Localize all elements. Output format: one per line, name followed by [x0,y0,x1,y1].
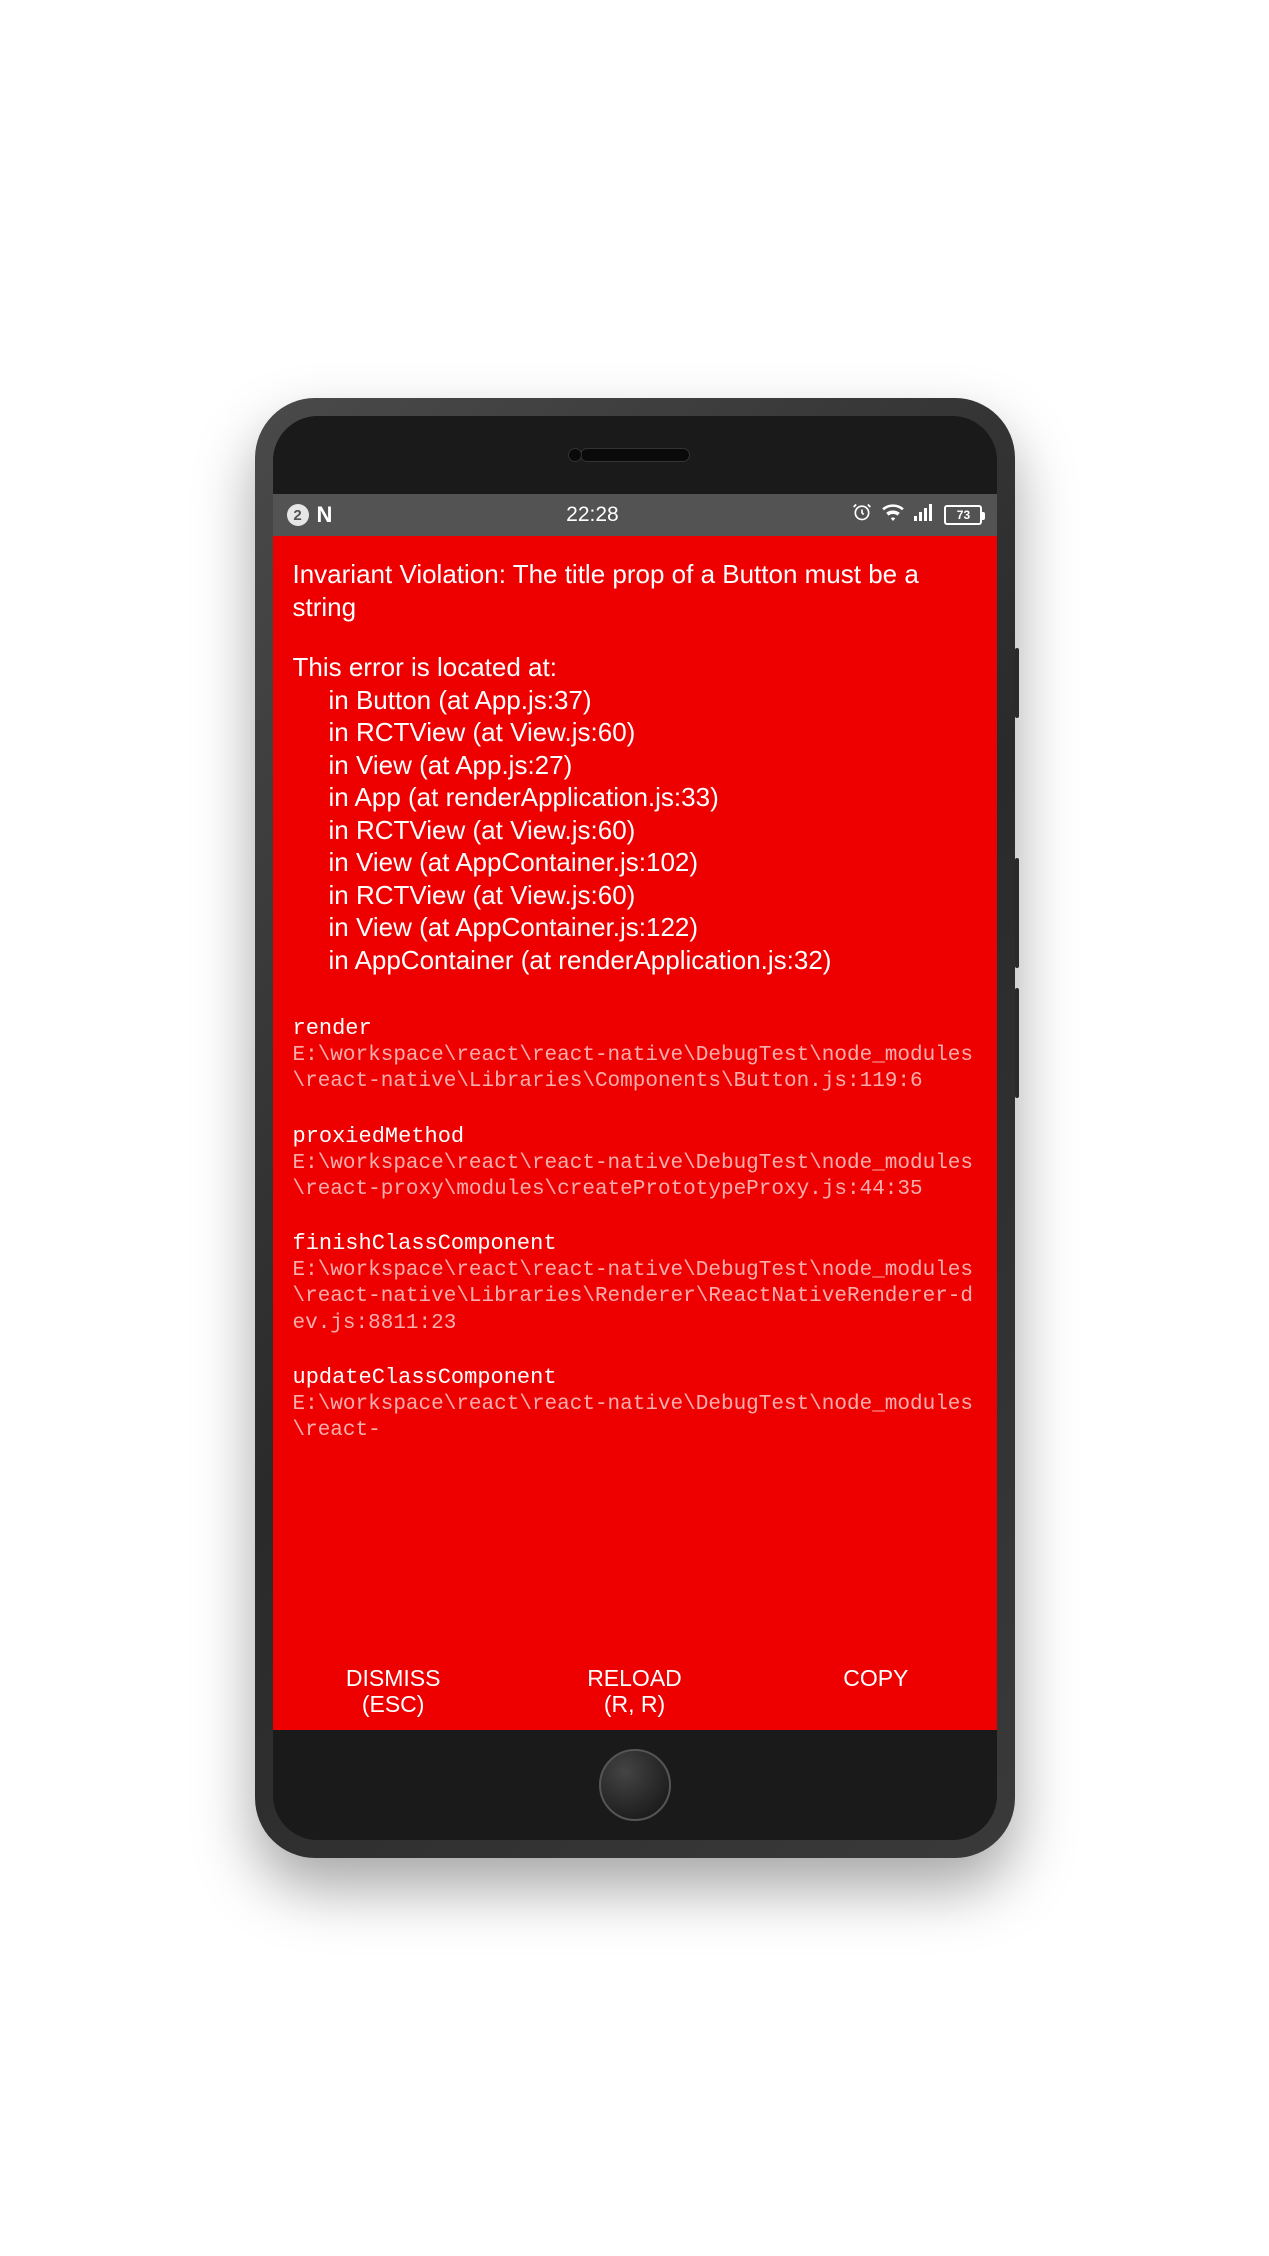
android-n-icon: N [317,502,333,528]
alarm-icon [852,502,872,528]
notification-count-badge: 2 [287,504,309,526]
earpiece-speaker [580,448,690,462]
status-bar-right: 73 [852,502,982,528]
battery-level: 73 [944,505,982,525]
battery-indicator: 73 [944,505,982,525]
stack-frame[interactable]: finishClassComponentE:\workspace\react\r… [293,1231,977,1337]
signal-icon [914,503,934,527]
reload-button[interactable]: RELOAD (R, R) [514,1665,755,1718]
stack-frame-path: E:\workspace\react\react-native\DebugTes… [293,1043,977,1096]
error-message: Invariant Violation: The title prop of a… [293,558,977,623]
redbox-error-screen: Invariant Violation: The title prop of a… [273,536,997,1730]
reload-shortcut: (R, R) [514,1691,755,1717]
stack-frame[interactable]: updateClassComponentE:\workspace\react\r… [293,1365,977,1445]
component-stack-entry: in RCTView (at View.js:60) [293,716,977,749]
phone-top-bezel [273,416,997,494]
dismiss-label: DISMISS [273,1665,514,1691]
home-button[interactable] [599,1749,671,1821]
dismiss-button[interactable]: DISMISS (ESC) [273,1665,514,1718]
stack-frame-path: E:\workspace\react\react-native\DebugTes… [293,1151,977,1204]
status-bar-left: 2 N [287,502,333,528]
front-camera [568,448,582,462]
volume-up-button [1015,858,1019,968]
wifi-icon [882,503,904,527]
phone-inner: 2 N 22:28 73 [273,416,997,1840]
component-stack-entry: in View (at AppContainer.js:122) [293,911,977,944]
stack-frame[interactable]: renderE:\workspace\react\react-native\De… [293,1016,977,1096]
component-stack-entry: in App (at renderApplication.js:33) [293,781,977,814]
reload-label: RELOAD [514,1665,755,1691]
component-stack-entry: in View (at App.js:27) [293,749,977,782]
power-button [1015,648,1019,718]
component-stack-entry: in RCTView (at View.js:60) [293,814,977,847]
phone-device-frame: 2 N 22:28 73 [255,398,1015,1858]
component-stack-entry: in AppContainer (at renderApplication.js… [293,944,977,977]
component-stack-entry: in RCTView (at View.js:60) [293,879,977,912]
stack-frame-function: updateClassComponent [293,1365,977,1390]
stack-frame-path: E:\workspace\react\react-native\DebugTes… [293,1392,977,1445]
stack-frame-function: render [293,1016,977,1041]
stack-frame-path: E:\workspace\react\react-native\DebugTes… [293,1258,977,1337]
volume-down-button [1015,988,1019,1098]
stack-frame[interactable]: proxiedMethodE:\workspace\react\react-na… [293,1124,977,1204]
copy-label: COPY [755,1665,996,1691]
status-bar: 2 N 22:28 73 [273,494,997,536]
error-component-stack: This error is located at: in Button (at … [293,651,977,976]
phone-bottom-bezel [273,1730,997,1840]
error-content[interactable]: Invariant Violation: The title prop of a… [273,536,997,1652]
stack-frame-function: finishClassComponent [293,1231,977,1256]
component-stack-entry: in View (at AppContainer.js:102) [293,846,977,879]
copy-button[interactable]: COPY [755,1665,996,1718]
phone-screen: 2 N 22:28 73 [273,494,997,1730]
component-stack-entry: in Button (at App.js:37) [293,684,977,717]
redbox-footer: DISMISS (ESC) RELOAD (R, R) COPY [273,1652,997,1730]
status-bar-clock: 22:28 [566,503,619,527]
dismiss-shortcut: (ESC) [273,1691,514,1717]
stack-frame-function: proxiedMethod [293,1124,977,1149]
error-location-header: This error is located at: [293,651,977,684]
